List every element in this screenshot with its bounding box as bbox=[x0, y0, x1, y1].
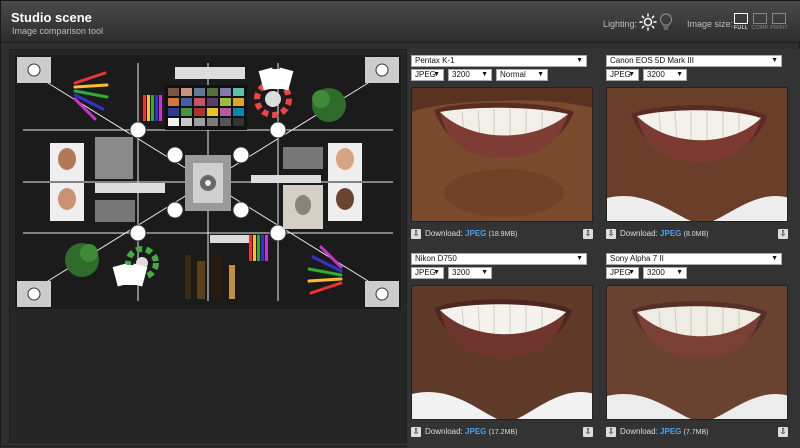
size-comp-icon bbox=[753, 13, 767, 24]
crop-image-3[interactable] bbox=[411, 285, 593, 420]
download-row-1: ⇩ Download: JPEG (18.9MB) ⇩ bbox=[411, 228, 593, 240]
format-select-2[interactable]: JPEG ▼ bbox=[606, 69, 639, 81]
download-size: (7.7MB) bbox=[683, 429, 709, 436]
iso-select-value: 3200 bbox=[647, 268, 665, 277]
download-icon[interactable]: ⇩ bbox=[778, 427, 788, 437]
download-size: (17.2MB) bbox=[488, 429, 518, 436]
page-title: Studio scene bbox=[11, 10, 92, 25]
camera-select-value: Pentax K-1 bbox=[415, 56, 455, 65]
format-select-3[interactable]: JPEG ▼ bbox=[411, 267, 444, 279]
camera-select-value: Canon EOS 5D Mark III bbox=[610, 56, 695, 65]
comparison-cell-2: Canon EOS 5D Mark III ▼ JPEG ▼ 3200 ▼ ⇩ … bbox=[606, 55, 796, 247]
page-subtitle: Image comparison tool bbox=[12, 26, 104, 36]
chevron-down-icon: ▼ bbox=[771, 57, 778, 64]
download-label: Download: bbox=[425, 427, 463, 436]
download-icon[interactable]: ⇩ bbox=[778, 229, 788, 239]
size-option-label: COMP bbox=[751, 25, 769, 31]
lighting-label: Lighting: bbox=[603, 19, 638, 29]
iso-select-3[interactable]: 3200 ▼ bbox=[448, 267, 492, 279]
download-row-2: ⇩ Download: JPEG (8.0MB) ⇩ bbox=[606, 228, 788, 240]
camera-select-3[interactable]: Nikon D750 ▼ bbox=[411, 253, 587, 265]
download-link[interactable]: JPEG bbox=[660, 427, 681, 436]
size-option-print[interactable]: PRINT bbox=[770, 13, 788, 31]
chevron-down-icon: ▼ bbox=[481, 269, 488, 276]
studio-scene-image[interactable] bbox=[15, 55, 401, 309]
size-option-label: FULL bbox=[733, 25, 749, 31]
chevron-down-icon: ▼ bbox=[771, 255, 778, 262]
download-text: Download: JPEG (8.0MB) bbox=[620, 228, 709, 241]
download-link[interactable]: JPEG bbox=[465, 229, 486, 238]
bulb-icon[interactable] bbox=[659, 13, 673, 31]
studio-scene-app: Studio scene Image comparison tool Light… bbox=[0, 0, 800, 448]
chevron-down-icon: ▼ bbox=[628, 71, 635, 78]
download-text: Download: JPEG (17.2MB) bbox=[425, 426, 517, 439]
download-label: Download: bbox=[620, 229, 658, 238]
iso-select-4[interactable]: 3200 ▼ bbox=[643, 267, 687, 279]
size-print-icon bbox=[772, 13, 786, 24]
camera-select-2[interactable]: Canon EOS 5D Mark III ▼ bbox=[606, 55, 782, 67]
iso-select-1[interactable]: 3200 ▼ bbox=[448, 69, 492, 81]
mode-select-value: Normal bbox=[500, 70, 526, 79]
crop-image-2[interactable] bbox=[606, 87, 788, 222]
comparison-cell-3: Nikon D750 ▼ JPEG ▼ 3200 ▼ ⇩ Download: J… bbox=[411, 253, 601, 445]
header-bar: Studio scene Image comparison tool Light… bbox=[1, 1, 800, 43]
download-text: Download: JPEG (7.7MB) bbox=[620, 426, 709, 439]
iso-select-2[interactable]: 3200 ▼ bbox=[643, 69, 687, 81]
download-icon[interactable]: ⇩ bbox=[411, 427, 421, 437]
download-icon[interactable]: ⇩ bbox=[583, 229, 593, 239]
sun-icon[interactable] bbox=[639, 13, 657, 31]
image-size-label: Image size: bbox=[687, 19, 734, 29]
download-label: Download: bbox=[425, 229, 463, 238]
chevron-down-icon: ▼ bbox=[576, 255, 583, 262]
crop-image-1[interactable] bbox=[411, 87, 593, 222]
chevron-down-icon: ▼ bbox=[576, 57, 583, 64]
download-icon[interactable]: ⇩ bbox=[411, 229, 421, 239]
scene-overview-panel bbox=[9, 49, 407, 443]
download-row-3: ⇩ Download: JPEG (17.2MB) ⇩ bbox=[411, 426, 593, 438]
comparison-panel: Pentax K-1 ▼ JPEG ▼ 3200 ▼ Normal ▼ ⇩ Do… bbox=[407, 49, 800, 448]
chevron-down-icon: ▼ bbox=[676, 71, 683, 78]
download-link[interactable]: JPEG bbox=[660, 229, 681, 238]
iso-select-value: 3200 bbox=[452, 268, 470, 277]
download-text: Download: JPEG (18.9MB) bbox=[425, 228, 517, 241]
format-select-4[interactable]: JPEG ▼ bbox=[606, 267, 639, 279]
chevron-down-icon: ▼ bbox=[433, 269, 440, 276]
chevron-down-icon: ▼ bbox=[481, 71, 488, 78]
chevron-down-icon: ▼ bbox=[537, 71, 544, 78]
chevron-down-icon: ▼ bbox=[628, 269, 635, 276]
comparison-cell-1: Pentax K-1 ▼ JPEG ▼ 3200 ▼ Normal ▼ ⇩ Do… bbox=[411, 55, 601, 247]
iso-select-value: 3200 bbox=[647, 70, 665, 79]
camera-select-value: Nikon D750 bbox=[415, 254, 457, 263]
camera-select-1[interactable]: Pentax K-1 ▼ bbox=[411, 55, 587, 67]
camera-select-value: Sony Alpha 7 II bbox=[610, 254, 664, 263]
download-label: Download: bbox=[620, 427, 658, 436]
download-icon[interactable]: ⇩ bbox=[606, 229, 616, 239]
download-size: (8.0MB) bbox=[683, 231, 709, 238]
comparison-cell-4: Sony Alpha 7 II ▼ JPEG ▼ 3200 ▼ ⇩ Downlo… bbox=[606, 253, 796, 445]
size-option-comp[interactable]: COMP bbox=[751, 13, 769, 31]
size-full-icon bbox=[734, 13, 748, 24]
download-icon[interactable]: ⇩ bbox=[583, 427, 593, 437]
download-size: (18.9MB) bbox=[488, 231, 518, 238]
crop-image-4[interactable] bbox=[606, 285, 788, 420]
download-icon[interactable]: ⇩ bbox=[606, 427, 616, 437]
size-option-full[interactable]: FULL bbox=[732, 13, 750, 31]
size-option-label: PRINT bbox=[770, 25, 788, 31]
mode-select-1[interactable]: Normal ▼ bbox=[496, 69, 548, 81]
format-select-1[interactable]: JPEG ▼ bbox=[411, 69, 444, 81]
iso-select-value: 3200 bbox=[452, 70, 470, 79]
download-link[interactable]: JPEG bbox=[465, 427, 486, 436]
chevron-down-icon: ▼ bbox=[433, 71, 440, 78]
download-row-4: ⇩ Download: JPEG (7.7MB) ⇩ bbox=[606, 426, 788, 438]
chevron-down-icon: ▼ bbox=[676, 269, 683, 276]
camera-select-4[interactable]: Sony Alpha 7 II ▼ bbox=[606, 253, 782, 265]
